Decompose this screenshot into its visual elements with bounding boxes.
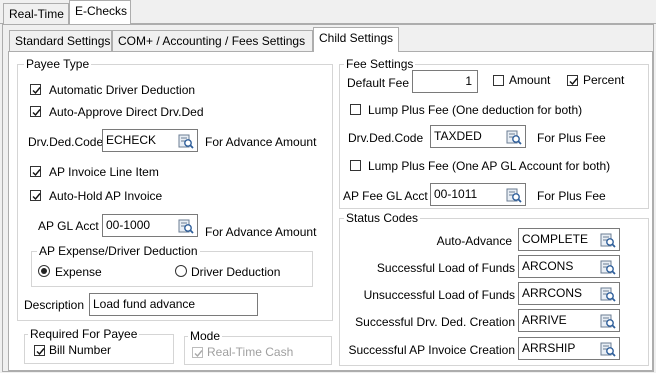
ap-gl-acct-value: 00-1000	[106, 218, 151, 232]
successful-ap-invoice-input[interactable]: ARRSHIP	[518, 337, 620, 360]
lookup-icon[interactable]	[506, 129, 522, 145]
drv-ded-code-value: ECHECK	[106, 133, 157, 147]
checkmark-icon	[194, 350, 203, 358]
lookup-icon[interactable]	[600, 232, 616, 248]
fee-drv-ded-code-value: TAXDED	[434, 129, 482, 143]
amount-checkbox[interactable]	[493, 75, 504, 86]
successful-load-funds-label: Successful Load of Funds	[376, 261, 515, 275]
radio-selected-dot	[41, 268, 47, 274]
auto-hold-checkbox[interactable]	[30, 190, 41, 201]
checkmark-icon	[32, 87, 41, 95]
auto-approve-checkbox[interactable]	[30, 106, 41, 117]
checkmark-icon	[32, 109, 41, 117]
unsuccessful-load-funds-input[interactable]: ARRCONS	[518, 282, 620, 305]
real-time-cash-checkbox[interactable]	[192, 347, 203, 358]
ap-invoice-line-checkbox[interactable]	[30, 166, 41, 177]
default-fee-label: Default Fee	[347, 76, 410, 90]
description-input[interactable]: Load fund advance	[89, 293, 258, 316]
expense-radio[interactable]	[38, 265, 50, 277]
expense-label: Expense	[55, 265, 102, 279]
ap-invoice-line-label: AP Invoice Line Item	[49, 165, 159, 179]
unsuccessful-load-funds-value: ARRCONS	[522, 286, 583, 300]
for-plus-fee-label-1: For Plus Fee	[537, 131, 606, 145]
fee-drv-ded-code-input[interactable]: TAXDED	[430, 125, 526, 148]
fee-settings-title: Fee Settings	[344, 57, 416, 71]
driver-deduction-label: Driver Deduction	[191, 265, 281, 279]
drv-ded-code-input[interactable]: ECHECK	[102, 129, 198, 152]
lookup-icon[interactable]	[600, 259, 616, 275]
payee-type-title: Payee Type	[24, 57, 92, 71]
tab-child-settings[interactable]: Child Settings	[313, 27, 399, 52]
successful-ap-invoice-value: ARRSHIP	[522, 341, 576, 355]
driver-deduction-radio[interactable]	[175, 265, 187, 277]
lookup-icon[interactable]	[178, 218, 194, 234]
lookup-icon[interactable]	[600, 313, 616, 329]
mode-title: Mode	[188, 329, 223, 343]
auto-approve-label: Auto-Approve Direct Drv.Ded	[49, 105, 204, 119]
successful-load-funds-input[interactable]: ARCONS	[518, 255, 620, 278]
tab-com-accounting-fees[interactable]: COM+ / Accounting / Fees Settings	[112, 30, 313, 51]
auto-hold-label: Auto-Hold AP Invoice	[49, 189, 163, 203]
percent-checkbox[interactable]	[567, 75, 578, 86]
lookup-icon[interactable]	[600, 286, 616, 302]
description-value: Load fund advance	[93, 297, 196, 311]
ap-gl-acct-input[interactable]: 00-1000	[102, 214, 198, 237]
successful-load-funds-value: ARCONS	[522, 259, 574, 273]
auto-driver-deduction-checkbox[interactable]	[30, 84, 41, 95]
successful-drv-ded-input[interactable]: ARRIVE	[518, 309, 620, 332]
successful-ap-invoice-label: Successful AP Invoice Creation	[348, 343, 515, 357]
ap-fee-gl-acct-input[interactable]: 00-1011	[430, 183, 526, 206]
successful-drv-ded-label: Successful Drv. Ded. Creation	[355, 315, 515, 329]
auto-advance-input[interactable]: COMPLETE	[518, 228, 620, 251]
amount-label: Amount	[509, 73, 551, 87]
auto-advance-value: COMPLETE	[522, 232, 589, 246]
bill-number-label: Bill Number	[49, 343, 112, 357]
auto-advance-label: Auto-Advance	[436, 234, 512, 248]
percent-label: Percent	[583, 73, 625, 87]
real-time-cash-label: Real-Time Cash	[207, 345, 294, 359]
lookup-icon[interactable]	[506, 187, 522, 203]
lump-plus-fee-deduction-label: Lump Plus Fee (One deduction for both)	[368, 103, 583, 117]
ap-expense-driver-deduction-title: AP Expense/Driver Deduction	[37, 244, 200, 258]
default-fee-value: 1	[465, 74, 472, 88]
tab-standard-settings[interactable]: Standard Settings	[9, 30, 112, 51]
status-codes-title: Status Codes	[344, 211, 421, 225]
tab-real-time[interactable]: Real-Time	[3, 3, 69, 24]
checkmark-icon	[32, 169, 41, 177]
for-plus-fee-label-2: For Plus Fee	[537, 189, 606, 203]
ap-fee-gl-acct-label: AP Fee GL Acct	[343, 189, 428, 203]
auto-driver-deduction-label: Automatic Driver Deduction	[49, 83, 196, 97]
successful-drv-ded-value: ARRIVE	[522, 313, 567, 327]
checkmark-icon	[569, 78, 578, 86]
fee-drv-ded-code-label: Drv.Ded.Code	[348, 131, 424, 145]
unsuccessful-load-funds-label: Unsuccessful Load of Funds	[363, 288, 515, 302]
lump-plus-fee-deduction-checkbox[interactable]	[350, 104, 361, 115]
tab-e-checks[interactable]: E-Checks	[69, 0, 131, 25]
ap-gl-acct-label: AP GL Acct	[38, 219, 99, 233]
lump-plus-fee-gl-checkbox[interactable]	[350, 160, 361, 171]
default-fee-input[interactable]: 1	[412, 70, 478, 93]
lookup-icon[interactable]	[600, 341, 616, 357]
lookup-icon[interactable]	[178, 133, 194, 149]
description-label: Description	[24, 298, 85, 312]
lump-plus-fee-gl-label: Lump Plus Fee (One AP GL Account for bot…	[368, 159, 611, 173]
ap-fee-gl-acct-value: 00-1011	[434, 187, 478, 201]
for-advance-amount-label-2: For Advance Amount	[205, 225, 317, 239]
bill-number-checkbox[interactable]	[34, 345, 45, 356]
checkmark-icon	[32, 193, 41, 201]
required-for-payee-title: Required For Payee	[28, 327, 140, 341]
checkmark-icon	[36, 348, 45, 356]
drv-ded-code-label: Drv.Ded.Code	[28, 135, 104, 149]
for-advance-amount-label-1: For Advance Amount	[205, 135, 317, 149]
